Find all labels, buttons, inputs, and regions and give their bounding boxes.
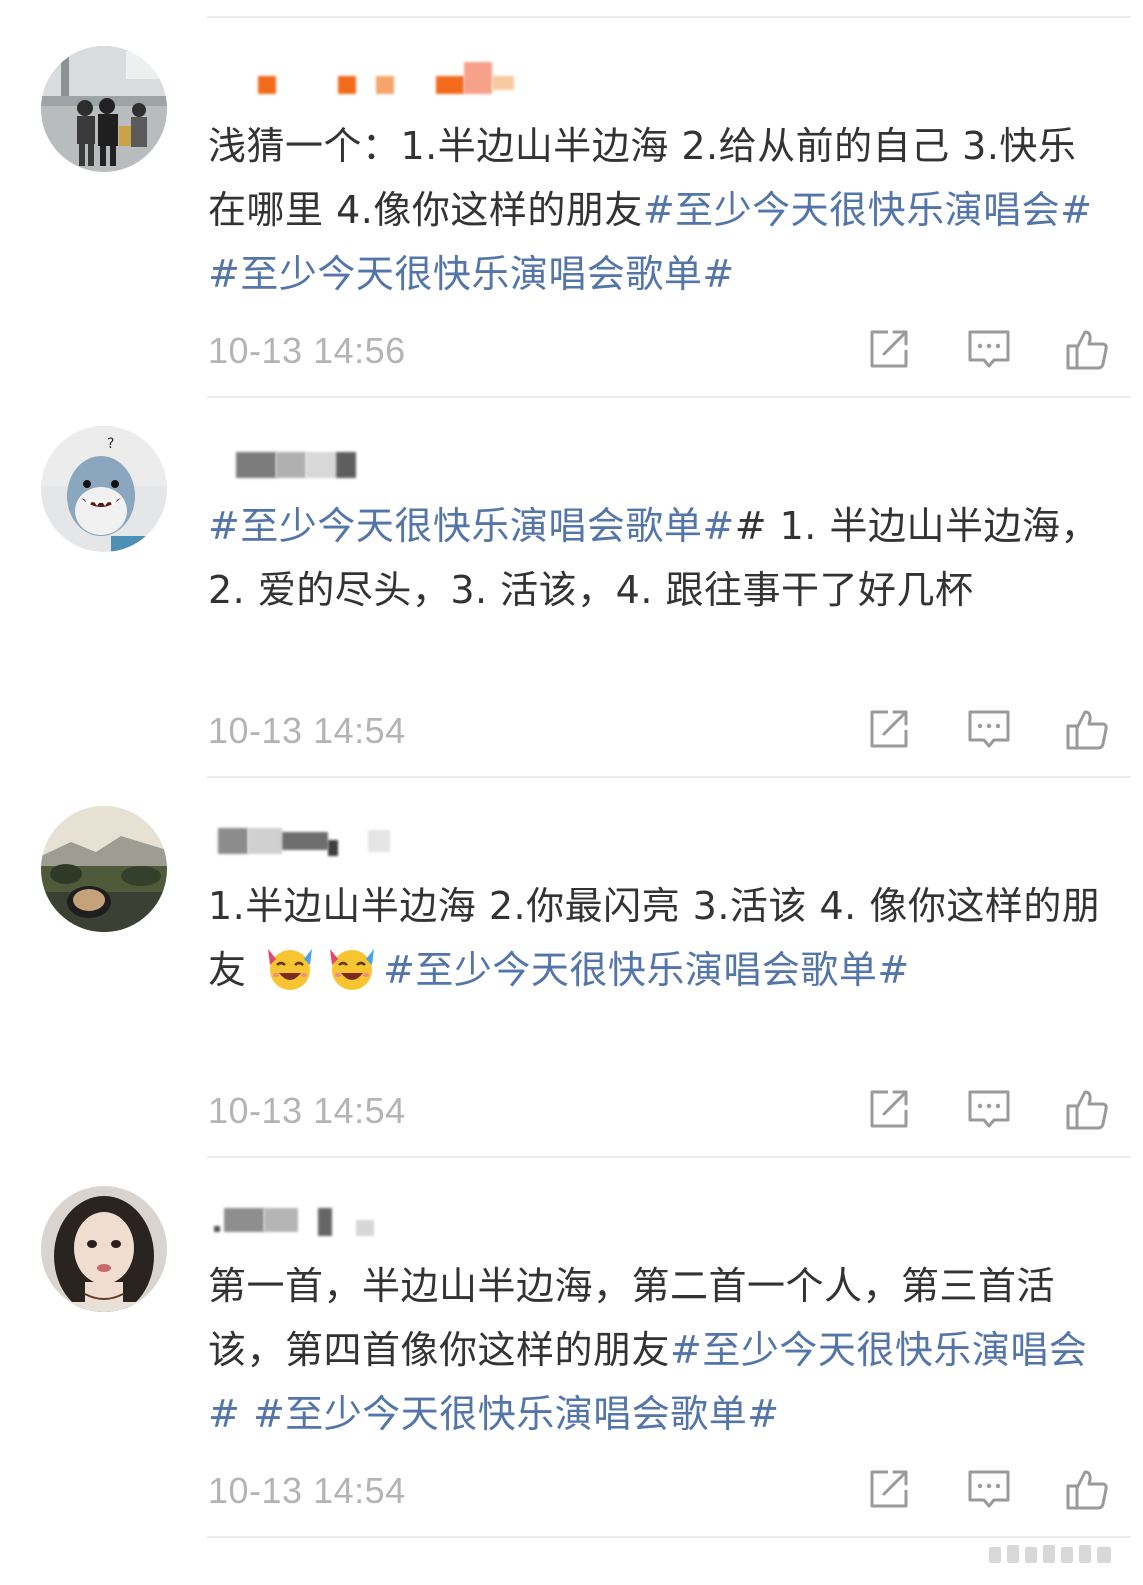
- cheering-emoji-icon: [262, 943, 318, 993]
- comment-icon[interactable]: [966, 1086, 1012, 1132]
- share-icon[interactable]: [866, 326, 912, 372]
- watermark-image: [979, 1531, 1129, 1577]
- thumbs-up-icon[interactable]: [1064, 706, 1110, 752]
- username-redacted[interactable]: [210, 822, 530, 858]
- timestamp: 10-13 14:54: [208, 1470, 406, 1511]
- username-redacted[interactable]: [210, 1202, 530, 1238]
- divider: [207, 16, 1131, 18]
- avatar[interactable]: [41, 1186, 167, 1312]
- comment-text: #至少今天很快乐演唱会歌单## 1. 半边山半边海，2. 爱的尽头，3. 活该，…: [208, 494, 1108, 622]
- timestamp: 10-13 14:54: [208, 1090, 406, 1131]
- divider: [207, 1156, 1131, 1158]
- comment-feed: 浅猜一个：1.半边山半边海 2.给从前的自己 3.快乐在哪里 4.像你这样的朋友…: [0, 0, 1143, 1585]
- hashtag-link[interactable]: #至少今天很快乐演唱会#: [643, 188, 1093, 232]
- comment-meta: 10-13 14:54: [208, 1086, 1118, 1136]
- comment-icon[interactable]: [966, 326, 1012, 372]
- cheering-emoji-icon: [324, 943, 380, 993]
- share-icon[interactable]: [866, 706, 912, 752]
- thumbs-up-icon[interactable]: [1064, 1086, 1110, 1132]
- svg-text:?: ?: [107, 436, 114, 452]
- thumbs-up-icon[interactable]: [1064, 326, 1110, 372]
- comment-icon[interactable]: [966, 1466, 1012, 1512]
- hashtag-link[interactable]: #至少今天很快乐演唱会歌单#: [253, 1392, 780, 1436]
- share-icon[interactable]: [866, 1466, 912, 1512]
- divider: [207, 396, 1131, 398]
- comment-meta: 10-13 14:54: [208, 1466, 1118, 1516]
- avatar[interactable]: ?: [41, 426, 167, 552]
- hashtag-link[interactable]: #至少今天很快乐演唱会歌单#: [208, 252, 735, 296]
- timestamp: 10-13 14:56: [208, 330, 406, 371]
- comment-meta: 10-13 14:56: [208, 326, 1118, 376]
- username-redacted[interactable]: [210, 56, 530, 94]
- hashtag-link[interactable]: #至少今天很快乐演唱会歌单#: [383, 948, 910, 992]
- avatar[interactable]: [41, 46, 167, 172]
- comment-text: 1.半边山半边海 2.你最闪亮 3.活该 4. 像你这样的朋友 #至少今天很快乐…: [208, 874, 1108, 1002]
- hashtag-link[interactable]: #至少今天很快乐演唱会歌单#: [208, 504, 735, 548]
- share-icon[interactable]: [866, 1086, 912, 1132]
- avatar[interactable]: [41, 806, 167, 932]
- comment-icon[interactable]: [966, 706, 1012, 752]
- timestamp: 10-13 14:54: [208, 710, 406, 751]
- comment-meta: 10-13 14:54: [208, 706, 1118, 756]
- comment-text: 第一首，半边山半边海，第二首一个人，第三首活该，第四首像你这样的朋友#至少今天很…: [208, 1254, 1108, 1446]
- comment-text-segment: [240, 1392, 253, 1436]
- username-redacted[interactable]: [210, 448, 530, 484]
- divider: [207, 776, 1131, 778]
- thumbs-up-icon[interactable]: [1064, 1466, 1110, 1512]
- comment-text: 浅猜一个：1.半边山半边海 2.给从前的自己 3.快乐在哪里 4.像你这样的朋友…: [208, 114, 1108, 306]
